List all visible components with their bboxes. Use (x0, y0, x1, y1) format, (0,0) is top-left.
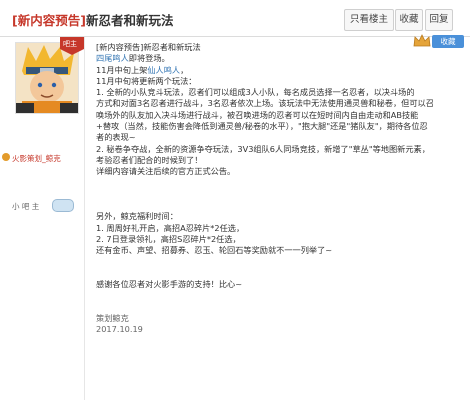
user-rank-icon (2, 153, 10, 161)
level-pill (52, 199, 74, 212)
post-line-blank (96, 268, 446, 279)
favorite-button[interactable]: 收藏 (395, 9, 423, 31)
signature-name: 策划鲸克 (96, 313, 129, 324)
post-line: 1. 全新的小队竞斗玩法，忍者们可以组成3人小队，每名成员选择一名忍者，以决斗场… (96, 87, 415, 98)
post-line-blank (96, 200, 446, 211)
thread-header: [新内容预告]新忍者和新玩法 只看楼主 收藏 回复 (0, 0, 470, 36)
post-line: 者的表现~ (96, 132, 136, 143)
post-line: 详细内容请关注后续的官方正式公告。 (96, 166, 236, 177)
author-sidebar: 吧主 火影策划_鲸克 小 吧 主 (0, 37, 84, 400)
post-line-blank (96, 178, 446, 189)
author-name[interactable]: 火影策划_鲸克 (12, 153, 61, 164)
thread-title: [新内容预告]新忍者和新玩法 (12, 10, 173, 29)
post-line: 另外，鲸克福利时间： (96, 211, 178, 222)
thread-title-tag: [新内容预告] (12, 13, 86, 28)
post-content: [新内容预告]新忍者和新玩法 四尾鸣人即将登场。 11月中旬上架仙人鸣人， 11… (96, 42, 446, 336)
post-line: [新内容预告]新忍者和新玩法 (96, 42, 201, 52)
moderator-badge-label: 吧主 (63, 40, 77, 48)
post-line-blank (96, 291, 446, 302)
post-line: 11月中旬将更新两个玩法： (96, 75, 197, 86)
post-line: 2. 7日登录领礼，高招S忍碎片*2任选， (96, 234, 241, 245)
post-line-blank (96, 302, 446, 313)
post-line: 四尾鸣人即将登场。 (96, 53, 170, 64)
reply-button[interactable]: 回复 (425, 9, 453, 31)
post-line: 2. 秘卷争夺战，全新的资源争夺玩法，3V3组队6人同场竞技，新增了"草丛"等地… (96, 143, 430, 154)
post-line: 还有金币、声望、招募券、忍玉、轮回石等奖励就不一一列举了~ (96, 245, 333, 256)
post-line: 11月中旬上架仙人鸣人， (96, 64, 189, 75)
post-line: 方式和对面3名忍者进行战斗，3名忍者依次上场。该玩法中无法使用通灵兽和秘卷，但可… (96, 98, 434, 109)
post-line-blank (96, 257, 446, 268)
signature-date: 2017.10.19 (96, 324, 143, 335)
post-line-blank (96, 189, 446, 200)
moderator-badge: 吧主 (60, 37, 84, 55)
post-line: +替攻（当然，技能伤害会降低到通灵兽/秘卷的水平），"抱大腿"还是"猪队友"，期… (96, 121, 428, 132)
post-line: 唤场外的队友加入决斗场进行战斗，被召唤进场的忍者可以在短时间内自由走动和AB技能 (96, 109, 419, 120)
post-line: 考验忍者们配合的时候到了！ (96, 154, 203, 165)
sidebar-divider (84, 37, 85, 400)
only-author-button[interactable]: 只看楼主 (344, 9, 394, 31)
author-level: 小 吧 主 (12, 202, 40, 211)
post-line: 感谢各位忍者对火影手游的支持！比心~ (96, 279, 243, 290)
post-line: 1. 周周好礼开启，高招A忍碎片*2任选， (96, 222, 245, 233)
thread-title-text: 新忍者和新玩法 (85, 13, 174, 28)
